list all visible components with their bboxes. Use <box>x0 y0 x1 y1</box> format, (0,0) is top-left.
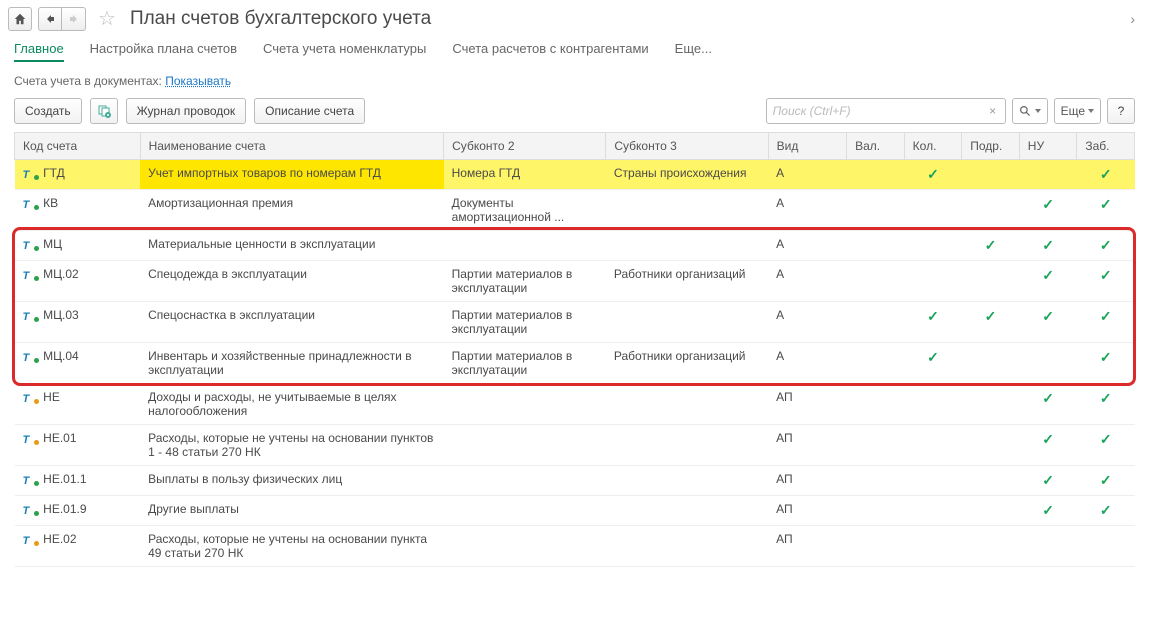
expand-right-arrow[interactable]: › <box>1130 11 1141 27</box>
col-podr[interactable]: Подр. <box>962 133 1020 160</box>
copy-record-button[interactable] <box>90 98 118 124</box>
tab-2[interactable]: Счета учета номенклатуры <box>263 41 426 62</box>
table-header-row: Код счетаНаименование счетаСубконто 2Суб… <box>15 133 1135 160</box>
home-icon <box>13 12 27 26</box>
nav-forward-button[interactable] <box>62 7 86 31</box>
tab-4[interactable]: Еще... <box>675 41 712 62</box>
more-dropdown-button[interactable]: Еще <box>1054 98 1101 124</box>
check-icon: ✓ <box>985 308 997 324</box>
search-dropdown-button[interactable] <box>1012 98 1048 124</box>
account-type-icon: T <box>23 391 37 403</box>
documents-icon <box>96 103 112 119</box>
check-icon: ✓ <box>1042 502 1054 518</box>
account-type-icon: T <box>23 473 37 485</box>
account-type-icon: T <box>23 350 37 362</box>
check-icon: ✓ <box>1042 267 1054 283</box>
check-icon: ✓ <box>1100 502 1112 518</box>
check-icon: ✓ <box>927 166 939 182</box>
search-input[interactable] <box>771 103 985 119</box>
action-bar: Создать Журнал проводок Описание счета ×… <box>0 98 1149 132</box>
col-name[interactable]: Наименование счета <box>140 133 444 160</box>
table-row[interactable]: T НЕ.01Расходы, которые не учтены на осн… <box>15 425 1135 466</box>
check-icon: ✓ <box>1100 267 1112 283</box>
account-type-icon: T <box>23 533 37 545</box>
account-type-icon: T <box>23 309 37 321</box>
check-icon: ✓ <box>1100 472 1112 488</box>
check-icon: ✓ <box>1100 390 1112 406</box>
tab-0[interactable]: Главное <box>14 41 64 62</box>
section-tabs: Главное Настройка плана счетов Счета учета… <box>0 35 1149 70</box>
home-button[interactable] <box>8 7 32 31</box>
search-clear[interactable]: × <box>985 104 1001 118</box>
col-sub3[interactable]: Субконто 3 <box>606 133 768 160</box>
check-icon: ✓ <box>1042 196 1054 212</box>
col-vid[interactable]: Вид <box>768 133 847 160</box>
favorite-star[interactable]: ☆ <box>92 6 122 31</box>
check-icon: ✓ <box>927 349 939 365</box>
check-icon: ✓ <box>1100 237 1112 253</box>
col-sub2[interactable]: Субконто 2 <box>444 133 606 160</box>
account-type-icon: T <box>23 238 37 250</box>
col-val[interactable]: Вал. <box>847 133 905 160</box>
account-type-icon: T <box>23 197 37 209</box>
check-icon: ✓ <box>1100 166 1112 182</box>
col-code[interactable]: Код счета <box>15 133 141 160</box>
col-zab[interactable]: Заб. <box>1077 133 1135 160</box>
caret-down-icon <box>1088 109 1094 113</box>
check-icon: ✓ <box>1042 390 1054 406</box>
table-row[interactable]: T МЦМатериальные ценности в эксплуатации… <box>15 231 1135 261</box>
search-box[interactable]: × <box>766 98 1006 124</box>
nav-back-button[interactable] <box>38 7 62 31</box>
help-button[interactable]: ? <box>1107 98 1135 124</box>
more-label: Еще <box>1061 104 1085 118</box>
table-row[interactable]: T КВАмортизационная премияДокументы амор… <box>15 190 1135 231</box>
account-type-icon: T <box>23 503 37 515</box>
filter-line: Счета учета в документах: Показывать <box>0 70 1149 98</box>
table-row[interactable]: T НЕ.02Расходы, которые не учтены на осн… <box>15 526 1135 567</box>
arrow-right-icon <box>68 13 80 25</box>
filter-label: Счета учета в документах: <box>14 74 162 88</box>
table-row[interactable]: T ГТДУчет импортных товаров по номерам Г… <box>15 160 1135 190</box>
check-icon: ✓ <box>1100 308 1112 324</box>
table-row[interactable]: T НЕ.01.1Выплаты в пользу физических лиц… <box>15 466 1135 496</box>
tab-3[interactable]: Счета расчетов с контрагентами <box>452 41 648 62</box>
accounts-table: Код счетаНаименование счетаСубконто 2Суб… <box>14 132 1135 567</box>
table-row[interactable]: T НЕ.01.9Другие выплатыАП✓✓ <box>15 496 1135 526</box>
check-icon: ✓ <box>1042 237 1054 253</box>
account-type-icon: T <box>23 432 37 444</box>
arrow-left-icon <box>44 13 56 25</box>
check-icon: ✓ <box>1042 308 1054 324</box>
table-row[interactable]: T МЦ.02Спецодежда в эксплуатацииПартии м… <box>15 261 1135 302</box>
col-nu[interactable]: НУ <box>1019 133 1077 160</box>
magnifier-icon <box>1019 105 1032 118</box>
check-icon: ✓ <box>1100 349 1112 365</box>
filter-link[interactable]: Показывать <box>165 74 231 88</box>
create-button[interactable]: Создать <box>14 98 82 124</box>
check-icon: ✓ <box>985 237 997 253</box>
check-icon: ✓ <box>927 308 939 324</box>
table-row[interactable]: T МЦ.04Инвентарь и хозяйственные принадл… <box>15 343 1135 384</box>
window-toolbar: ☆ План счетов бухгалтерского учета › <box>0 0 1149 35</box>
table-row[interactable]: T МЦ.03Спецоснастка в эксплуатацииПартии… <box>15 302 1135 343</box>
journal-button[interactable]: Журнал проводок <box>126 98 247 124</box>
account-type-icon: T <box>23 268 37 280</box>
account-type-icon: T <box>23 167 37 179</box>
table-row[interactable]: T НЕДоходы и расходы, не учитываемые в ц… <box>15 384 1135 425</box>
col-kol[interactable]: Кол. <box>904 133 962 160</box>
app-root: ☆ План счетов бухгалтерского учета › Гла… <box>0 0 1149 567</box>
check-icon: ✓ <box>1100 196 1112 212</box>
check-icon: ✓ <box>1100 431 1112 447</box>
check-icon: ✓ <box>1042 431 1054 447</box>
describe-button[interactable]: Описание счета <box>254 98 365 124</box>
caret-down-icon <box>1035 109 1041 113</box>
check-icon: ✓ <box>1042 472 1054 488</box>
tab-1[interactable]: Настройка плана счетов <box>90 41 237 62</box>
page-title: План счетов бухгалтерского учета <box>128 8 431 30</box>
